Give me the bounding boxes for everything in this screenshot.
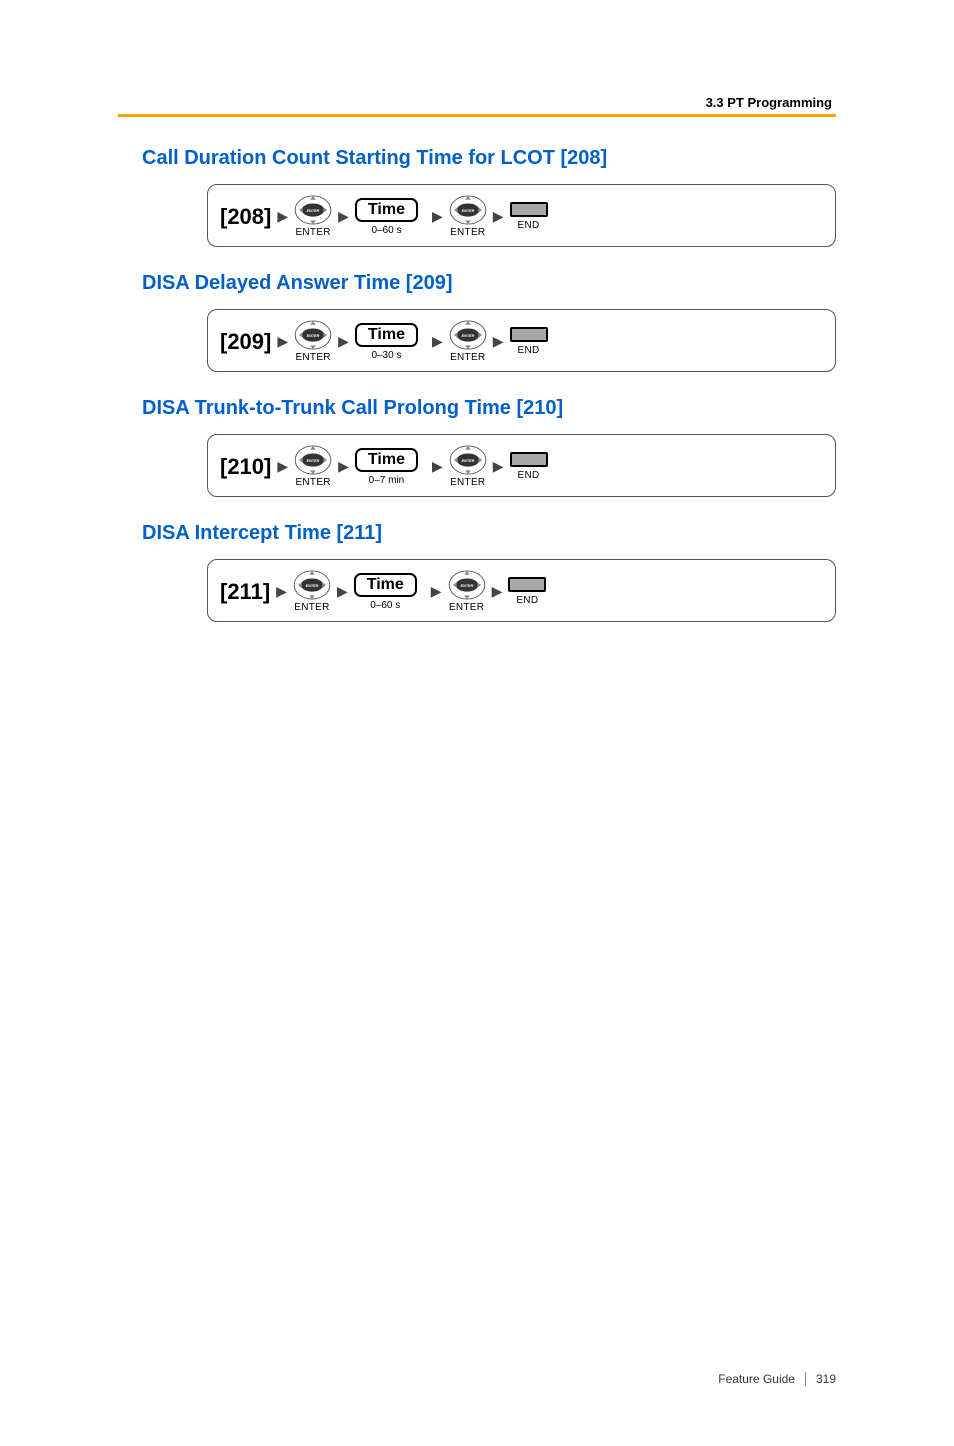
enter-key: ENTER ENTER [449,445,487,488]
arrow-icon: ▶ [338,458,349,475]
time-label: Time [355,448,418,472]
time-range: 0–60 s [371,225,401,236]
end-button-icon [510,452,548,467]
svg-text:ENTER: ENTER [461,209,474,213]
end-key: END [510,452,548,481]
arrow-icon: ▶ [276,583,287,600]
footer-separator [805,1372,806,1386]
enter-label: ENTER [295,477,330,488]
time-input: Time 0–30 s [355,323,418,361]
page-section-header: 3.3 PT Programming [0,95,954,114]
navigation-key-icon: ENTER [294,195,332,225]
time-range: 0–30 s [371,350,401,361]
section-209: DISA Delayed Answer Time [209] [209] ▶ E… [142,272,836,372]
enter-key: ENTER ENTER [294,320,332,363]
program-code: [208] [220,204,271,230]
enter-label: ENTER [450,352,485,363]
section-208: Call Duration Count Starting Time for LC… [142,147,836,247]
arrow-icon: ▶ [337,583,348,600]
navigation-key-icon: ENTER [448,570,486,600]
arrow-icon: ▶ [493,208,504,225]
time-range: 0–7 min [369,475,405,486]
time-label: Time [355,323,418,347]
enter-key: ENTER ENTER [449,320,487,363]
enter-label: ENTER [450,477,485,488]
end-button-icon [510,327,548,342]
enter-key: ENTER ENTER [293,570,331,613]
svg-text:ENTER: ENTER [306,584,319,588]
arrow-icon: ▶ [277,333,288,350]
arrow-icon: ▶ [277,208,288,225]
navigation-key-icon: ENTER [293,570,331,600]
svg-text:ENTER: ENTER [307,334,320,338]
enter-label: ENTER [450,227,485,238]
end-key: END [508,577,546,606]
section-210: DISA Trunk-to-Trunk Call Prolong Time [2… [142,397,836,497]
page-content: Call Duration Count Starting Time for LC… [0,147,954,622]
arrow-icon: ▶ [338,333,349,350]
navigation-key-icon: ENTER [449,195,487,225]
section-title: Call Duration Count Starting Time for LC… [142,147,836,170]
enter-label: ENTER [449,602,484,613]
enter-key: ENTER ENTER [448,570,486,613]
arrow-icon: ▶ [338,208,349,225]
time-label: Time [355,198,418,222]
header-rule [118,114,836,117]
navigation-key-icon: ENTER [449,320,487,350]
end-key: END [510,202,548,231]
programming-flow-box: [210] ▶ ENTER ENTER ▶ Time 0–7 min ▶ ENT… [207,434,836,497]
enter-label: ENTER [295,227,330,238]
programming-flow-box: [211] ▶ ENTER ENTER ▶ Time 0–60 s ▶ ENTE… [207,559,836,622]
end-label: END [516,595,538,606]
svg-text:ENTER: ENTER [461,459,474,463]
end-key: END [510,327,548,356]
section-title: DISA Delayed Answer Time [209] [142,272,836,295]
navigation-key-icon: ENTER [294,320,332,350]
program-code: [211] [220,579,270,605]
time-input: Time 0–60 s [354,573,417,611]
page-footer: Feature Guide 319 [718,1372,836,1386]
end-label: END [518,345,540,356]
end-label: END [518,470,540,481]
enter-key: ENTER ENTER [449,195,487,238]
svg-text:ENTER: ENTER [307,459,320,463]
arrow-icon: ▶ [432,333,443,350]
end-label: END [518,220,540,231]
navigation-key-icon: ENTER [294,445,332,475]
enter-key: ENTER ENTER [294,195,332,238]
arrow-icon: ▶ [432,458,443,475]
end-button-icon [508,577,546,592]
arrow-icon: ▶ [493,458,504,475]
arrow-icon: ▶ [493,333,504,350]
svg-text:ENTER: ENTER [461,334,474,338]
programming-flow-box: [209] ▶ ENTER ENTER ▶ Time 0–30 s ▶ ENTE… [207,309,836,372]
arrow-icon: ▶ [277,458,288,475]
footer-page-number: 319 [816,1372,836,1386]
time-input: Time 0–60 s [355,198,418,236]
program-code: [209] [220,329,271,355]
enter-key: ENTER ENTER [294,445,332,488]
end-button-icon [510,202,548,217]
section-211: DISA Intercept Time [211] [211] ▶ ENTER … [142,522,836,622]
section-title: DISA Trunk-to-Trunk Call Prolong Time [2… [142,397,836,420]
program-code: [210] [220,454,271,480]
navigation-key-icon: ENTER [449,445,487,475]
section-title: DISA Intercept Time [211] [142,522,836,545]
enter-label: ENTER [294,602,329,613]
svg-text:ENTER: ENTER [460,584,473,588]
footer-guide-label: Feature Guide [718,1372,795,1386]
time-label: Time [354,573,417,597]
enter-label: ENTER [295,352,330,363]
arrow-icon: ▶ [432,208,443,225]
svg-text:ENTER: ENTER [307,209,320,213]
time-input: Time 0–7 min [355,448,418,486]
arrow-icon: ▶ [492,583,503,600]
arrow-icon: ▶ [431,583,442,600]
time-range: 0–60 s [370,600,400,611]
programming-flow-box: [208] ▶ ENTER ENTER ▶ Time 0–60 s ▶ ENTE… [207,184,836,247]
